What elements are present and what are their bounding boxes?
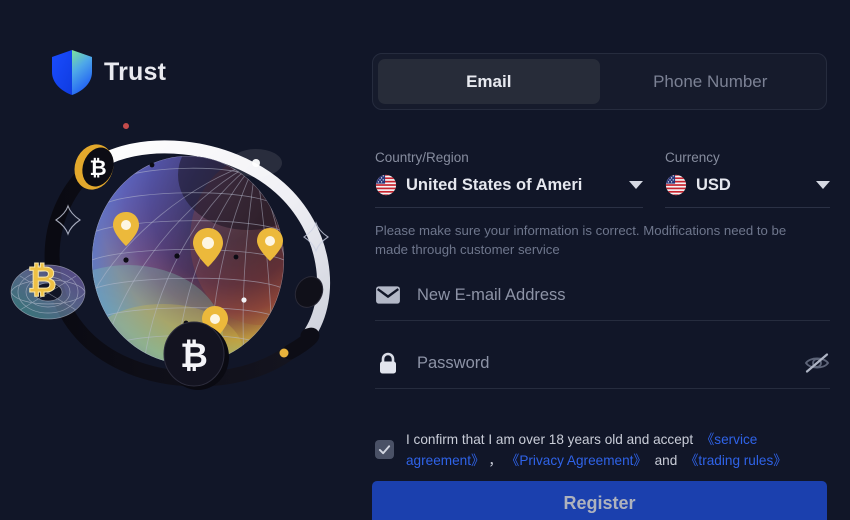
currency-label: Currency (665, 150, 720, 165)
register-button[interactable]: Register (372, 481, 827, 520)
brand-logo: Trust (52, 50, 166, 95)
terms-agreement-text: I confirm that I am over 18 years old an… (406, 430, 833, 471)
password-input[interactable] (417, 353, 804, 373)
globe-graphic: ₿ ₿ ₿ (10, 123, 331, 390)
auth-method-tabs: Email Phone Number (372, 53, 827, 110)
crypto-globe-illustration: ₿ ₿ ₿ (8, 120, 353, 410)
brand-name: Trust (104, 58, 167, 86)
check-icon (378, 445, 391, 455)
information-notice: Please make sure your information is cor… (375, 223, 787, 257)
lock-icon (380, 352, 396, 374)
email-input[interactable] (417, 285, 830, 305)
country-region-selector: Country/Region United States of Ameri (375, 150, 643, 208)
us-flag-icon (665, 174, 687, 196)
terms-text-prefix: I confirm that I am over 18 years old an… (406, 432, 694, 447)
country-region-dropdown[interactable]: United States of Ameri (375, 174, 643, 208)
chevron-down-icon (816, 181, 830, 189)
trading-rules-link[interactable]: 《trading rules》 (685, 453, 787, 468)
privacy-agreement-link[interactable]: 《Privacy Agreement》 (506, 453, 647, 468)
bitcoin-torus: ₿ (10, 259, 86, 320)
orbit-dot (279, 348, 289, 358)
terms-separator: ， (488, 452, 502, 468)
svg-text:₿: ₿ (180, 337, 208, 375)
location-selectors: Country/Region United States of Ameri Cu… (375, 150, 830, 208)
country-region-label: Country/Region (375, 150, 469, 165)
terms-checkbox[interactable] (375, 440, 394, 459)
dot-accent (123, 123, 129, 129)
terms-conjunction: and (654, 452, 678, 468)
envelope-icon (376, 286, 400, 304)
tab-phone-number[interactable]: Phone Number (600, 59, 822, 104)
chevron-down-icon (629, 181, 643, 189)
branding-panel: Trust ₿ ₿ ₿ (0, 0, 370, 520)
register-form-panel: Email Phone Number Country/Region United… (370, 0, 850, 520)
terms-agreement-row: I confirm that I am over 18 years old an… (375, 430, 833, 471)
email-field-row (375, 284, 830, 321)
tab-email[interactable]: Email (378, 59, 600, 104)
svg-text:₿: ₿ (89, 157, 106, 180)
shield-icon (52, 50, 92, 95)
currency-value: USD (696, 175, 731, 194)
svg-text:₿: ₿ (27, 259, 56, 300)
password-field-row (375, 352, 830, 389)
country-region-value: United States of Ameri (406, 175, 583, 194)
register-page: Trust ₿ ₿ ₿ Email Phone Number Country/R… (0, 0, 850, 520)
currency-selector: Currency USD (665, 150, 830, 208)
us-flag-icon (375, 174, 397, 196)
eye-off-icon[interactable] (804, 352, 830, 374)
currency-dropdown[interactable]: USD (665, 174, 830, 208)
